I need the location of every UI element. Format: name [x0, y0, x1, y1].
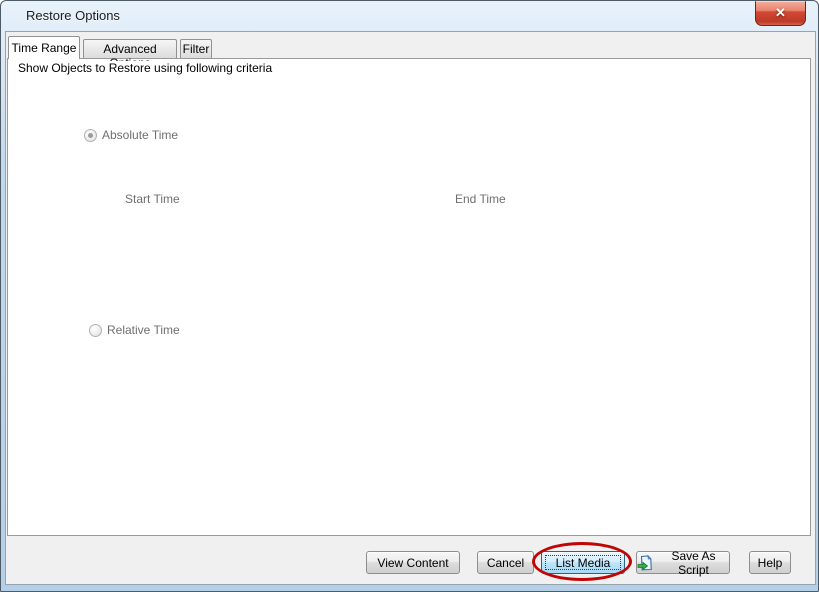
- tab-filter-label: Filter: [183, 42, 210, 56]
- restore-options-dialog: Restore Options ✕ Time Range Advanced Op…: [0, 0, 819, 592]
- radio-icon: [89, 324, 102, 337]
- relative-time-radio: Relative Time: [86, 323, 185, 337]
- list-media-button[interactable]: List Media: [541, 551, 625, 574]
- close-icon: ✕: [775, 5, 786, 20]
- save-as-script-icon: [637, 555, 653, 571]
- cancel-button[interactable]: Cancel: [477, 551, 534, 574]
- save-as-script-label: Save As Script: [658, 549, 729, 577]
- help-label: Help: [758, 556, 783, 570]
- view-content-label: View Content: [377, 556, 448, 570]
- end-time-label: End Time: [452, 192, 509, 206]
- tab-filter[interactable]: Filter: [180, 39, 212, 58]
- save-as-script-button[interactable]: Save As Script: [636, 551, 730, 574]
- relative-time-label: Relative Time: [107, 323, 180, 337]
- titlebar: Restore Options ✕: [1, 1, 818, 31]
- close-button[interactable]: ✕: [755, 1, 806, 26]
- absolute-time-radio: Absolute Time: [81, 128, 183, 142]
- view-content-button[interactable]: View Content: [366, 551, 460, 574]
- cancel-label: Cancel: [487, 556, 524, 570]
- absolute-time-label: Absolute Time: [102, 128, 178, 142]
- window-title: Restore Options: [26, 8, 120, 23]
- help-button[interactable]: Help: [749, 551, 791, 574]
- tab-time-range[interactable]: Time Range: [8, 36, 80, 59]
- radio-icon: [84, 129, 97, 142]
- focus-rectangle: [545, 555, 621, 570]
- criteria-groupbox-label: Show Objects to Restore using following …: [15, 61, 275, 75]
- start-time-label: Start Time: [122, 192, 183, 206]
- tab-time-range-label: Time Range: [12, 41, 77, 55]
- tab-advanced-options[interactable]: Advanced Options: [83, 39, 177, 58]
